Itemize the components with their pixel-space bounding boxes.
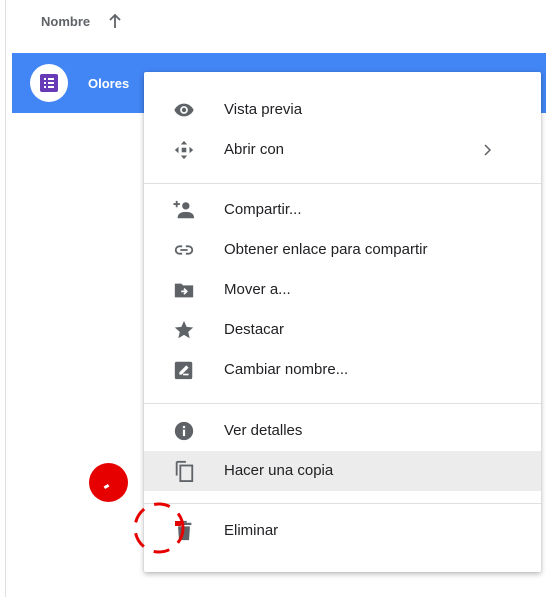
menu-divider — [144, 503, 541, 504]
menu-item-delete[interactable]: Eliminar — [144, 511, 541, 551]
menu-item-label: Eliminar — [224, 522, 279, 539]
menu-item-label: Vista previa — [224, 101, 303, 118]
move-arrows-icon — [174, 140, 194, 160]
link-icon — [174, 245, 194, 255]
folder-move-icon — [174, 283, 194, 298]
menu-item-label: Abrir con — [224, 141, 285, 158]
file-type-avatar — [30, 64, 68, 102]
step-marker-tick — [103, 483, 110, 490]
sort-ascending-icon[interactable] — [108, 13, 122, 29]
menu-item-label: Cambiar nombre... — [224, 361, 349, 378]
person-add-icon — [173, 200, 195, 219]
menu-item-label: Mover a... — [224, 281, 291, 298]
menu-item-preview[interactable]: Vista previa — [144, 90, 541, 130]
menu-item-rename[interactable]: Cambiar nombre... — [144, 350, 541, 390]
star-icon — [174, 320, 194, 339]
menu-item-label: Obtener enlace para compartir — [224, 241, 428, 258]
menu-item-star[interactable]: Destacar — [144, 310, 541, 350]
copy-icon — [175, 460, 194, 482]
highlight-dashed-circle — [133, 502, 185, 554]
column-header-name[interactable]: Nombre — [41, 14, 90, 29]
menu-item-details[interactable]: Ver detalles — [144, 411, 541, 451]
menu-item-make-copy[interactable]: Hacer una copia — [144, 451, 541, 491]
tutorial-step-marker — [89, 463, 128, 502]
menu-item-label: Ver detalles — [224, 422, 303, 439]
file-list-header: Nombre — [6, 0, 546, 53]
list-left-border — [5, 0, 6, 597]
menu-item-label: Destacar — [224, 321, 285, 338]
info-icon — [174, 421, 194, 441]
context-menu: Vista previa Abrir con Compartir... Obte… — [144, 72, 541, 572]
edit-box-icon — [174, 361, 193, 380]
menu-item-get-link[interactable]: Obtener enlace para compartir — [144, 230, 541, 270]
menu-divider — [144, 403, 541, 404]
menu-item-label: Compartir... — [224, 201, 302, 218]
menu-item-share[interactable]: Compartir... — [144, 190, 541, 230]
forms-icon — [40, 74, 58, 92]
menu-divider — [144, 183, 541, 184]
eye-icon — [174, 103, 194, 117]
menu-item-move-to[interactable]: Mover a... — [144, 270, 541, 310]
menu-item-open-with[interactable]: Abrir con — [144, 130, 541, 170]
menu-item-label: Hacer una copia — [224, 462, 334, 479]
chevron-right-icon — [484, 144, 492, 156]
file-name: Olores — [88, 76, 130, 91]
